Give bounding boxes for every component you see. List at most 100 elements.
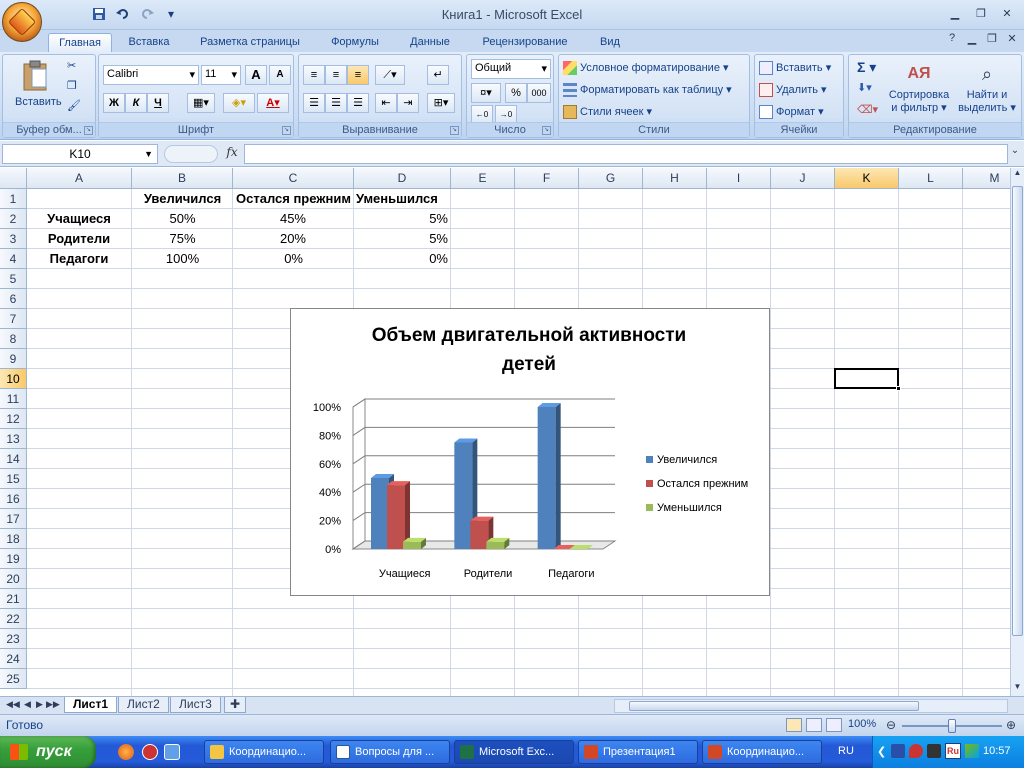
firefox-icon[interactable] <box>118 744 134 760</box>
dialog-launcher-icon[interactable]: ↘ <box>542 126 551 135</box>
chart[interactable]: Объем двигательной активности детей 0% 20% 4… <box>290 308 770 596</box>
row-header-21[interactable]: 21 <box>0 589 27 609</box>
row-header-20[interactable]: 20 <box>0 569 27 589</box>
sheet-tab-1[interactable]: Лист1 <box>64 697 118 713</box>
dialog-launcher-icon[interactable]: ↘ <box>450 126 459 135</box>
font-name-box[interactable]: Calibri ▾ <box>103 65 199 85</box>
tab-insert[interactable]: Вставка <box>118 33 180 52</box>
format-painter-icon[interactable]: 🖌 <box>67 99 81 112</box>
cell-b4[interactable]: 100% <box>132 249 233 269</box>
cell-c2[interactable]: 45% <box>233 209 309 229</box>
currency-icon[interactable]: ¤▾ <box>471 83 501 103</box>
column-header-f[interactable]: F <box>515 168 579 189</box>
tab-review[interactable]: Рецензирование <box>470 33 580 52</box>
column-header-e[interactable]: E <box>451 168 515 189</box>
increase-indent-icon[interactable]: ⇥ <box>397 93 419 113</box>
keyboard-layout-icon[interactable]: Ru <box>945 743 961 759</box>
column-header-c[interactable]: C <box>233 168 354 189</box>
scroll-up-icon[interactable]: ▲ <box>1011 168 1024 182</box>
paste-button[interactable]: Вставить <box>15 59 62 113</box>
vertical-scrollbar[interactable]: ▲ ▼ <box>1010 168 1024 696</box>
cell-d2[interactable]: 5% <box>354 209 451 229</box>
row-header-5[interactable]: 5 <box>0 269 27 289</box>
taskbar-item-folder[interactable]: Координацио... <box>204 740 324 764</box>
office-button[interactable] <box>2 2 42 42</box>
start-button[interactable]: пуск <box>0 736 96 768</box>
tab-formulas[interactable]: Формулы <box>320 33 390 52</box>
page-layout-view-icon[interactable] <box>806 718 822 732</box>
row-header-10[interactable]: 10 <box>0 369 27 389</box>
row-header-12[interactable]: 12 <box>0 409 27 429</box>
font-size-box[interactable]: 11 ▾ <box>201 65 241 85</box>
column-header-b[interactable]: B <box>132 168 233 189</box>
name-box[interactable]: K10 ▼ <box>2 144 158 164</box>
help-icon[interactable]: ? <box>944 32 960 48</box>
tray-expand-icon[interactable]: ❮ <box>877 745 886 758</box>
align-left-icon[interactable]: ☰ <box>303 93 325 113</box>
first-sheet-icon[interactable]: ◀◀ <box>6 699 20 710</box>
cell-b2[interactable]: 50% <box>132 209 233 229</box>
opera-icon[interactable] <box>142 744 158 760</box>
row-header-14[interactable]: 14 <box>0 449 27 469</box>
row-header-22[interactable]: 22 <box>0 609 27 629</box>
sort-filter-button[interactable]: АЯ Сортировка и фильтр ▾ <box>885 59 953 114</box>
cut-icon[interactable]: ✂ <box>67 59 76 72</box>
next-sheet-icon[interactable]: ▶ <box>36 699 43 710</box>
underline-button[interactable]: Ч <box>147 93 169 113</box>
cell-d3[interactable]: 5% <box>354 229 451 249</box>
thousands-button[interactable]: 000 <box>527 83 551 103</box>
row-header-15[interactable]: 15 <box>0 469 27 489</box>
zoom-slider-thumb[interactable] <box>948 719 956 733</box>
row-header-17[interactable]: 17 <box>0 509 27 529</box>
column-header-g[interactable]: G <box>579 168 643 189</box>
sheet-tab-2[interactable]: Лист2 <box>118 697 169 713</box>
row-header-13[interactable]: 13 <box>0 429 27 449</box>
cell-b3[interactable]: 75% <box>132 229 233 249</box>
column-header-j[interactable]: J <box>771 168 835 189</box>
sheet-tab-3[interactable]: Лист3 <box>170 697 221 713</box>
row-header-7[interactable]: 7 <box>0 309 27 329</box>
ribbon-close-icon[interactable]: ✕ <box>1004 32 1020 48</box>
fill-icon[interactable]: ⬇▾ <box>857 81 872 94</box>
fill-handle[interactable] <box>896 386 901 391</box>
format-as-table-button[interactable]: Форматировать как таблицу ▾ <box>563 83 732 98</box>
font-color-button[interactable]: A▾ <box>257 93 289 113</box>
align-center-icon[interactable]: ☰ <box>325 93 347 113</box>
number-format-box[interactable]: Общий ▾ <box>471 59 551 79</box>
zoom-in-icon[interactable]: ⊕ <box>1006 718 1016 732</box>
row-header-19[interactable]: 19 <box>0 549 27 569</box>
delete-cells-button[interactable]: Удалить ▾ <box>759 83 827 98</box>
tab-page-layout[interactable]: Разметка страницы <box>190 33 310 52</box>
taskbar-item-document[interactable]: Координацио... <box>702 740 822 764</box>
tab-data[interactable]: Данные <box>398 33 462 52</box>
cell-c4[interactable]: 0% <box>233 249 306 269</box>
clear-icon[interactable]: ⌫▾ <box>857 103 878 116</box>
align-right-icon[interactable]: ☰ <box>347 93 369 113</box>
bold-button[interactable]: Ж <box>103 93 125 113</box>
row-header-25[interactable]: 25 <box>0 669 27 689</box>
align-middle-icon[interactable]: ≡ <box>325 65 347 85</box>
column-header-k[interactable]: K <box>835 168 899 189</box>
zoom-level[interactable]: 100% <box>848 718 876 730</box>
cell-c1[interactable]: Остался прежним <box>233 189 354 209</box>
conditional-formatting-button[interactable]: Условное форматирование ▾ <box>563 61 729 76</box>
ribbon-minimize-icon[interactable]: ▁ <box>964 32 980 48</box>
restore-icon[interactable]: ❐ <box>968 4 994 22</box>
language-indicator[interactable]: RU <box>838 745 854 757</box>
column-header-l[interactable]: L <box>899 168 963 189</box>
insert-sheet-icon[interactable]: ✚ <box>224 697 247 713</box>
row-header-23[interactable]: 23 <box>0 629 27 649</box>
ribbon-restore-icon[interactable]: ❐ <box>984 32 1000 48</box>
italic-button[interactable]: К <box>125 93 147 113</box>
row-header-8[interactable]: 8 <box>0 329 27 349</box>
row-header-11[interactable]: 11 <box>0 389 27 409</box>
column-header-h[interactable]: H <box>643 168 707 189</box>
taskbar-item-word[interactable]: Вопросы для ... <box>330 740 450 764</box>
expand-formula-bar-icon[interactable]: ⌄ <box>1008 145 1022 163</box>
orientation-icon[interactable]: ⟋▾ <box>375 65 405 85</box>
copy-icon[interactable]: ❐ <box>67 79 77 92</box>
wrap-text-icon[interactable]: ↵ <box>427 65 449 85</box>
align-bottom-icon[interactable]: ≡ <box>347 65 369 85</box>
formula-bar-resize-handle[interactable] <box>164 145 218 163</box>
cell-d4[interactable]: 0% <box>354 249 451 269</box>
